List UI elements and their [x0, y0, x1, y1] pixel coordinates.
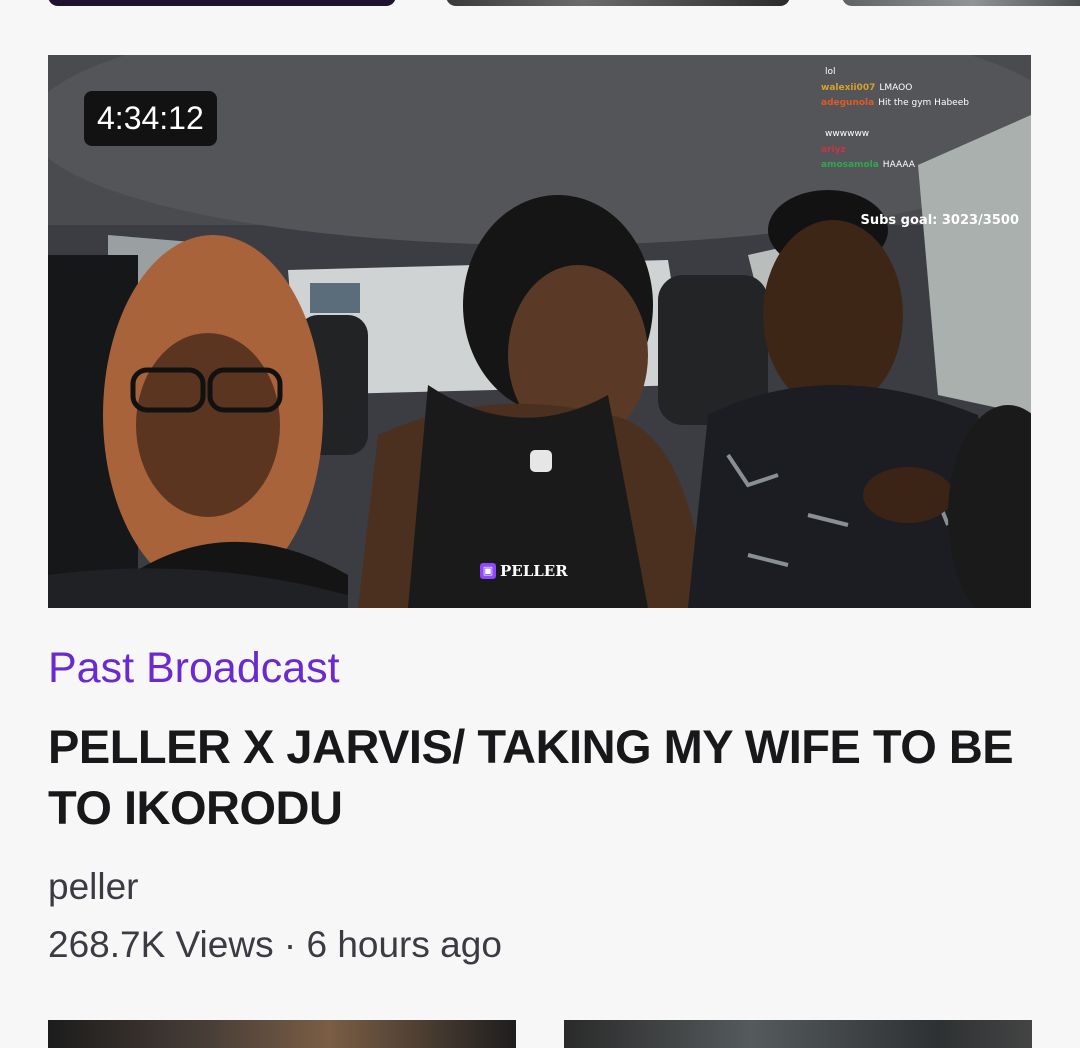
- video-thumbnail-previous-3[interactable]: [842, 0, 1080, 6]
- chat-message: wwwwww: [825, 129, 870, 139]
- upload-age: 6 hours ago: [306, 924, 502, 965]
- video-thumbnail-previous-2[interactable]: [446, 0, 790, 6]
- stream-chat-overlay: lol walexii007 LMAOO adegunola Hit the gym…: [821, 65, 1021, 189]
- twitch-logo-icon: ▣: [480, 563, 496, 579]
- video-title[interactable]: PELLER X JARVIS/ TAKING MY WIFE TO BE TO…: [48, 716, 1048, 838]
- video-thumbnail[interactable]: 4:34:12 lol walexii007 LMAOO adegunola Hit…: [48, 55, 1031, 608]
- video-thumbnail-next-1[interactable]: [48, 1020, 516, 1048]
- video-meta: 268.7K Views · 6 hours ago: [48, 924, 502, 966]
- video-thumbnail-next-2[interactable]: [564, 1020, 1032, 1048]
- chat-message: adegunola Hit the gym Habeeb: [821, 98, 969, 108]
- chat-message: walexii007 LMAOO: [821, 82, 913, 93]
- video-thumbnail-previous-1[interactable]: [48, 0, 396, 6]
- chat-message: lol: [825, 67, 836, 77]
- chat-message: [821, 174, 1021, 190]
- video-feed: 4:34:12 lol walexii007 LMAOO adegunola Hit…: [0, 0, 1080, 1048]
- chat-message: [821, 112, 1021, 128]
- subs-goal-label: Subs goal: 3023/3500: [860, 213, 1020, 228]
- view-count: 268.7K Views: [48, 924, 274, 965]
- meta-separator: ·: [283, 924, 297, 965]
- duration-badge: 4:34:12: [84, 91, 217, 146]
- video-category-label: Past Broadcast: [48, 644, 340, 692]
- channel-name-link[interactable]: peller: [48, 866, 139, 908]
- channel-watermark: ▣ PELLER: [480, 562, 568, 580]
- watermark-text: PELLER: [500, 562, 568, 580]
- chat-message: ariyz: [821, 144, 846, 155]
- chat-message: amosamola HAAAA: [821, 160, 915, 170]
